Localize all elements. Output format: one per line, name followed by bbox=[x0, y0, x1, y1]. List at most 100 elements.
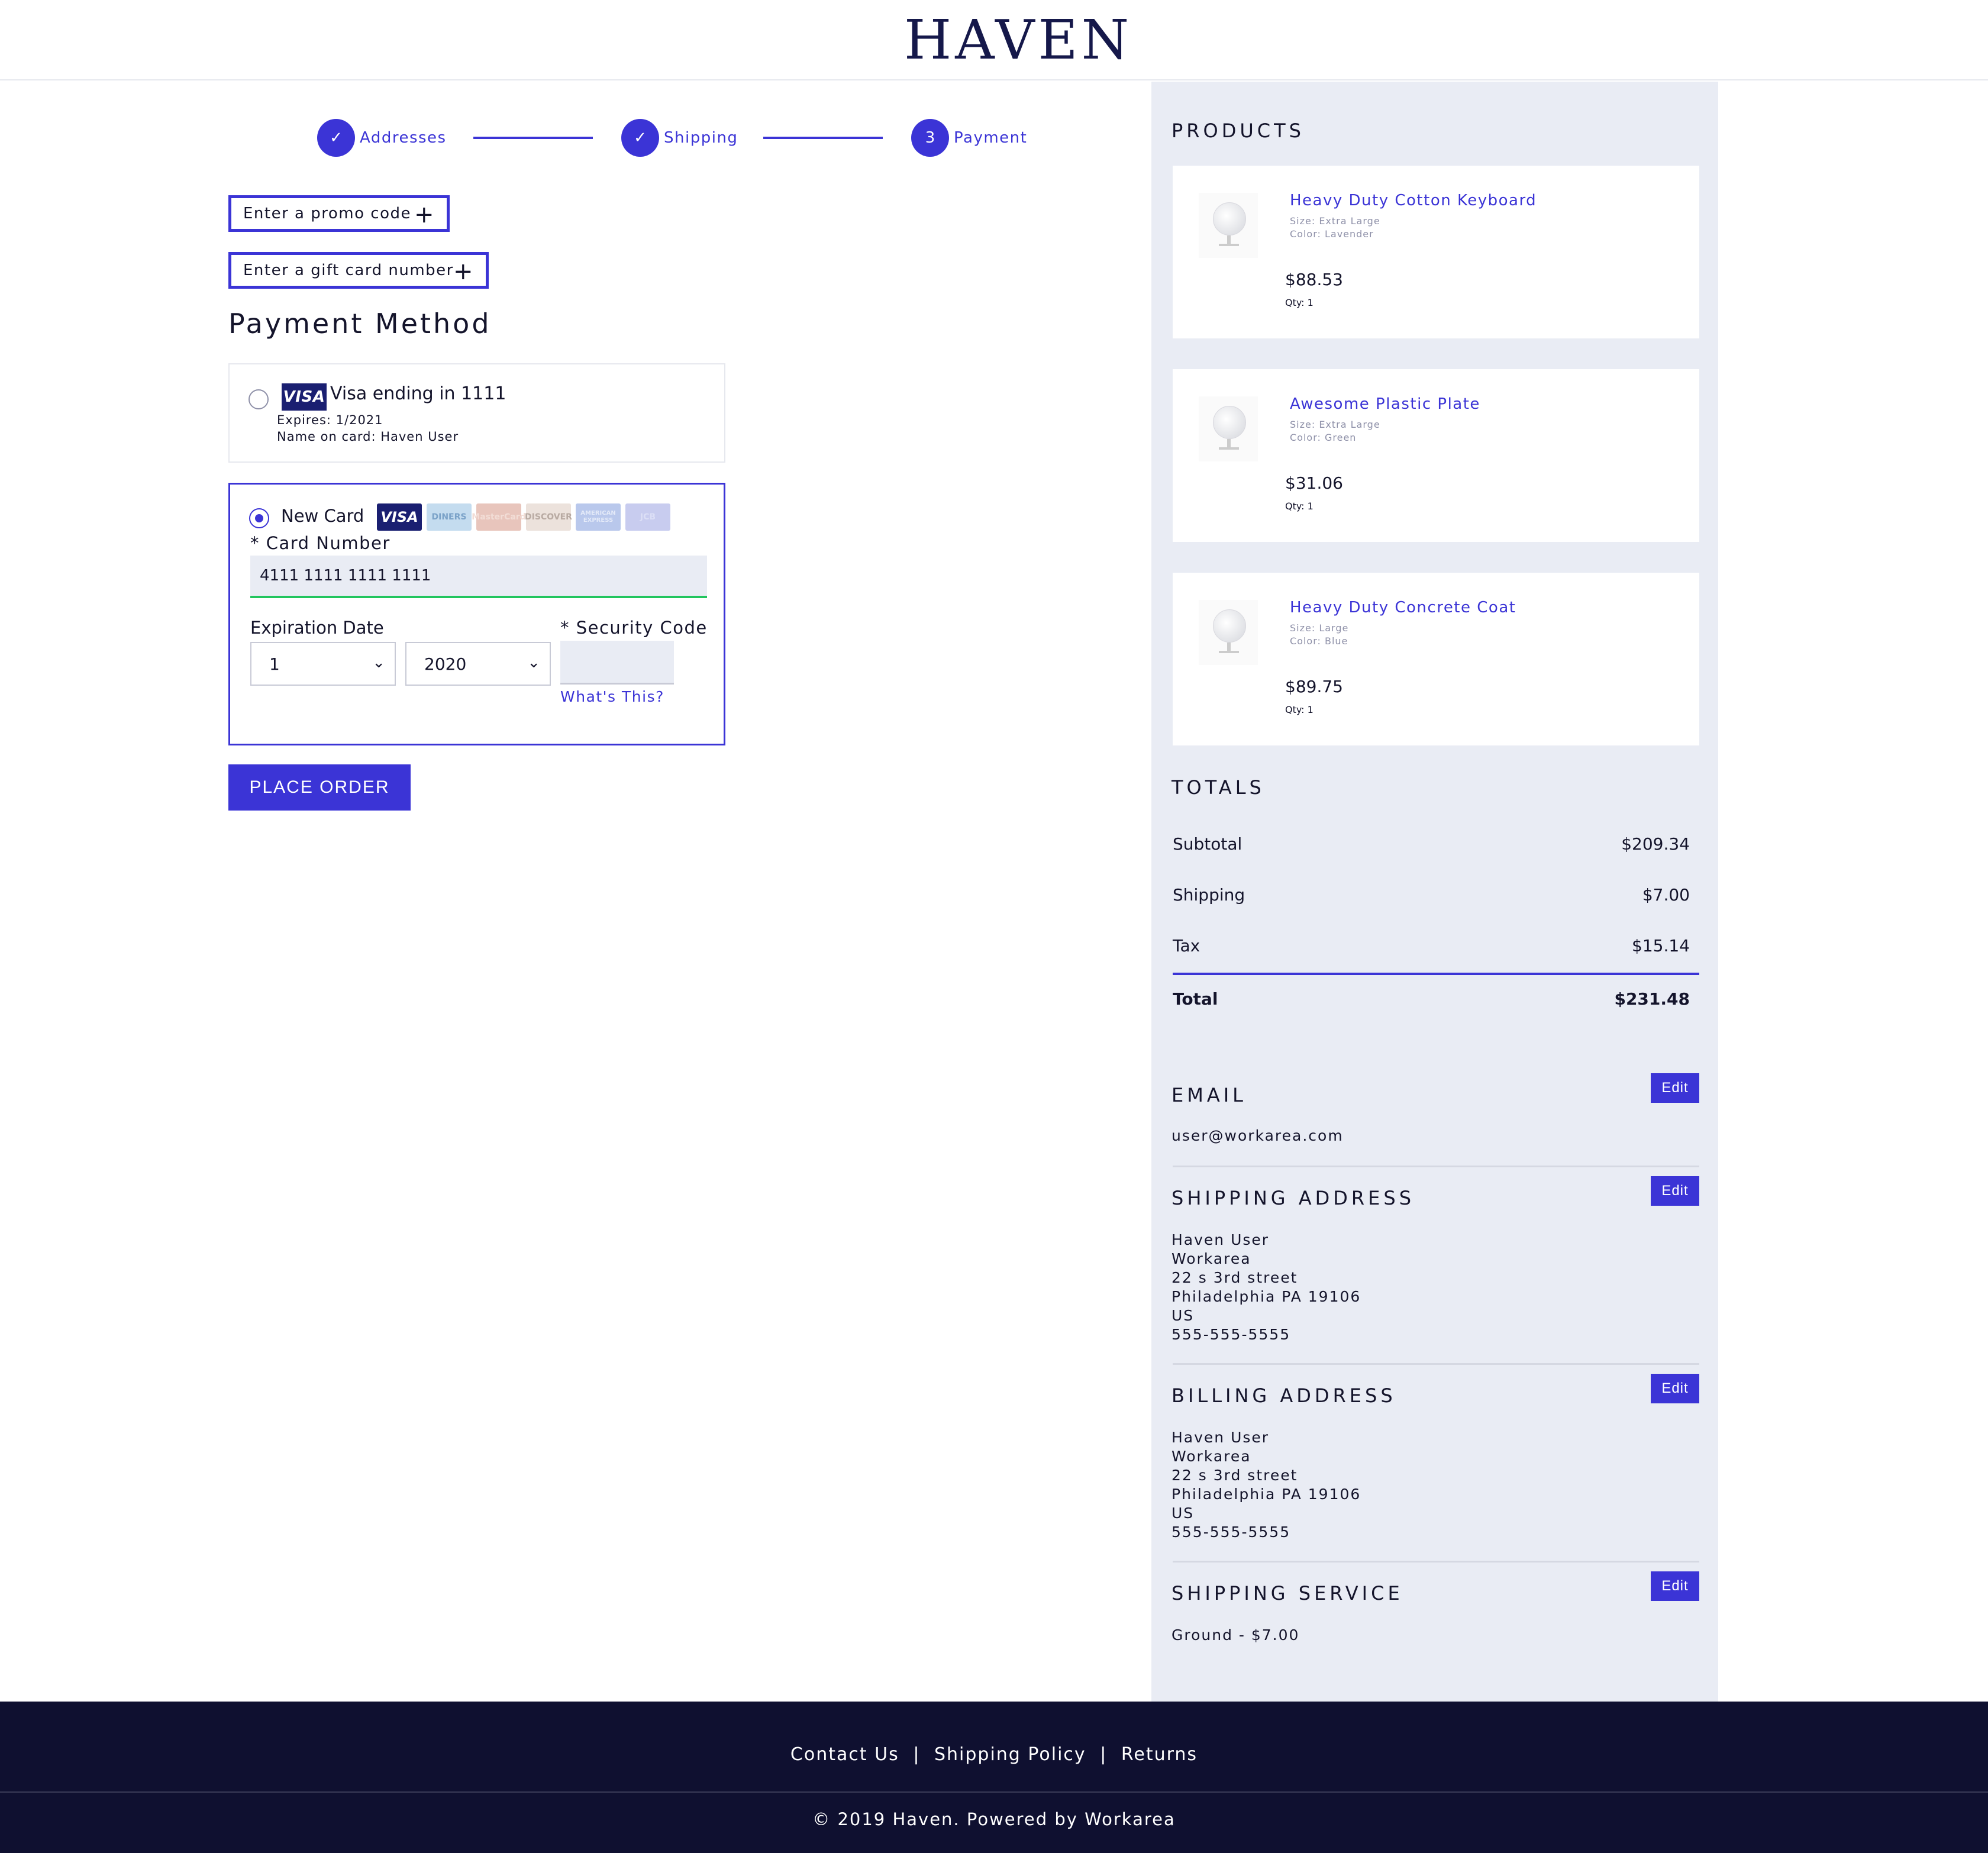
year-value: 2020 bbox=[424, 654, 467, 674]
address-line: 22 s 3rd street bbox=[1172, 1467, 1298, 1484]
month-value: 1 bbox=[269, 654, 280, 674]
site-header: HAVEN bbox=[0, 0, 1988, 80]
expiration-month-select[interactable]: 1 ⌄ bbox=[250, 642, 396, 686]
saved-card-expiry: Expires: 1/2021 bbox=[277, 413, 383, 427]
footer-divider bbox=[0, 1791, 1988, 1793]
saved-card-radio[interactable] bbox=[248, 389, 269, 409]
address-line: US bbox=[1172, 1307, 1195, 1324]
step-connector bbox=[473, 137, 593, 139]
security-code-label: * Security Code bbox=[560, 618, 708, 638]
footer-separator: | bbox=[913, 1744, 921, 1765]
diners-logo-icon: DINERS bbox=[427, 503, 472, 531]
card-number-input[interactable]: 4111 1111 1111 1111 bbox=[250, 556, 707, 598]
shipping-service-heading: SHIPPING SERVICE bbox=[1172, 1582, 1403, 1605]
address-line: Philadelphia PA 19106 bbox=[1172, 1486, 1361, 1503]
billing-address-block: Haven User Workarea 22 s 3rd street Phil… bbox=[1172, 1428, 1361, 1542]
shipping-service-value: Ground - $7.00 bbox=[1172, 1626, 1300, 1644]
copyright-text: © 2019 Haven. Powered by Workarea bbox=[812, 1809, 1176, 1829]
visa-logo-icon: VISA bbox=[377, 503, 422, 531]
gift-card-label: Enter a gift card number bbox=[243, 262, 454, 279]
address-line: US bbox=[1172, 1505, 1195, 1522]
address-line: 555-555-5555 bbox=[1172, 1326, 1291, 1343]
tax-label: Tax bbox=[1173, 936, 1200, 955]
product-color: Color: Green bbox=[1290, 432, 1357, 443]
chevron-down-icon: ⌄ bbox=[527, 654, 540, 672]
address-line: Haven User bbox=[1172, 1429, 1270, 1446]
saved-card-option[interactable]: VISA Visa ending in 1111 Expires: 1/2021… bbox=[228, 363, 725, 463]
check-icon: ✓ bbox=[317, 119, 355, 157]
product-thumbnail[interactable] bbox=[1199, 600, 1258, 665]
footer-separator: | bbox=[1100, 1744, 1108, 1765]
step-number: 3 bbox=[911, 119, 949, 157]
tax-row: Tax $15.14 bbox=[1173, 936, 1690, 955]
edit-email-button[interactable]: Edit bbox=[1651, 1073, 1699, 1103]
product-color: Color: Lavender bbox=[1290, 228, 1374, 240]
address-line: Workarea bbox=[1172, 1448, 1251, 1465]
expiration-year-select[interactable]: 2020 ⌄ bbox=[405, 642, 551, 686]
total-label: Total bbox=[1173, 989, 1218, 1009]
payment-method-heading: Payment Method bbox=[228, 308, 492, 340]
security-code-input[interactable] bbox=[560, 641, 674, 685]
shipping-row: Shipping $7.00 bbox=[1173, 885, 1690, 905]
step-shipping[interactable]: ✓ Shipping bbox=[621, 119, 738, 157]
amex-logo-icon: AMERICAN EXPRESS bbox=[576, 503, 621, 531]
haven-logo[interactable]: HAVEN bbox=[904, 11, 1129, 70]
product-qty: Qty: 1 bbox=[1285, 704, 1314, 715]
product-card: Awesome Plastic Plate Size: Extra Large … bbox=[1173, 369, 1699, 542]
shipping-address-heading: SHIPPING ADDRESS bbox=[1172, 1187, 1415, 1209]
plus-icon: + bbox=[453, 258, 474, 285]
contact-us-link[interactable]: Contact Us bbox=[790, 1744, 899, 1765]
total-value: $231.48 bbox=[1614, 989, 1690, 1009]
address-line: 555-555-5555 bbox=[1172, 1523, 1291, 1541]
product-thumbnail[interactable] bbox=[1199, 396, 1258, 461]
gift-card-toggle[interactable]: Enter a gift card number + bbox=[228, 252, 489, 289]
edit-shipping-address-button[interactable]: Edit bbox=[1651, 1176, 1699, 1206]
shipping-address-block: Haven User Workarea 22 s 3rd street Phil… bbox=[1172, 1231, 1361, 1344]
site-footer: Contact Us | Shipping Policy | Returns ©… bbox=[0, 1702, 1988, 1853]
subtotal-value: $209.34 bbox=[1621, 834, 1690, 854]
promo-code-label: Enter a promo code bbox=[243, 205, 411, 222]
visa-logo-icon: VISA bbox=[282, 383, 327, 411]
whats-this-link[interactable]: What's This? bbox=[560, 688, 664, 705]
promo-code-toggle[interactable]: Enter a promo code + bbox=[228, 195, 450, 232]
products-heading: PRODUCTS bbox=[1172, 120, 1305, 142]
step-addresses[interactable]: ✓ Addresses bbox=[317, 119, 447, 157]
address-line: Workarea bbox=[1172, 1250, 1251, 1267]
new-card-label: New Card bbox=[281, 506, 364, 526]
returns-link[interactable]: Returns bbox=[1121, 1744, 1198, 1765]
product-name[interactable]: Heavy Duty Cotton Keyboard bbox=[1290, 192, 1537, 209]
step-connector bbox=[763, 137, 883, 139]
shipping-policy-link[interactable]: Shipping Policy bbox=[934, 1744, 1086, 1765]
edit-shipping-service-button[interactable]: Edit bbox=[1651, 1571, 1699, 1601]
step-label: Shipping bbox=[664, 129, 738, 147]
product-size: Size: Extra Large bbox=[1290, 419, 1380, 430]
product-color: Color: Blue bbox=[1290, 635, 1348, 647]
section-divider bbox=[1173, 1561, 1699, 1563]
check-icon: ✓ bbox=[621, 119, 659, 157]
saved-card-name: Name on card: Haven User bbox=[277, 430, 459, 444]
product-name[interactable]: Awesome Plastic Plate bbox=[1290, 395, 1480, 413]
address-line: 22 s 3rd street bbox=[1172, 1269, 1298, 1286]
new-card-radio[interactable] bbox=[249, 508, 269, 528]
totals-divider bbox=[1173, 973, 1699, 975]
place-order-button[interactable]: PLACE ORDER bbox=[228, 764, 411, 811]
product-qty: Qty: 1 bbox=[1285, 297, 1314, 308]
address-line: Philadelphia PA 19106 bbox=[1172, 1288, 1361, 1305]
product-thumbnail[interactable] bbox=[1199, 193, 1258, 258]
product-price: $88.53 bbox=[1285, 270, 1343, 289]
product-price: $31.06 bbox=[1285, 473, 1343, 493]
product-name[interactable]: Heavy Duty Concrete Coat bbox=[1290, 599, 1516, 616]
product-qty: Qty: 1 bbox=[1285, 501, 1314, 512]
saved-card-title: Visa ending in 1111 bbox=[330, 383, 506, 404]
new-card-option: New Card VISA DINERS MasterCard DISCOVER… bbox=[228, 483, 725, 745]
shipping-value: $7.00 bbox=[1642, 885, 1690, 905]
subtotal-label: Subtotal bbox=[1173, 834, 1242, 854]
edit-billing-address-button[interactable]: Edit bbox=[1651, 1374, 1699, 1403]
section-divider bbox=[1173, 1363, 1699, 1365]
email-heading: EMAIL bbox=[1172, 1084, 1247, 1106]
discover-logo-icon: DISCOVER bbox=[525, 503, 572, 531]
product-price: $89.75 bbox=[1285, 677, 1343, 696]
step-label: Payment bbox=[954, 129, 1028, 147]
footer-links: Contact Us | Shipping Policy | Returns bbox=[0, 1744, 1988, 1765]
tax-value: $15.14 bbox=[1632, 936, 1690, 955]
